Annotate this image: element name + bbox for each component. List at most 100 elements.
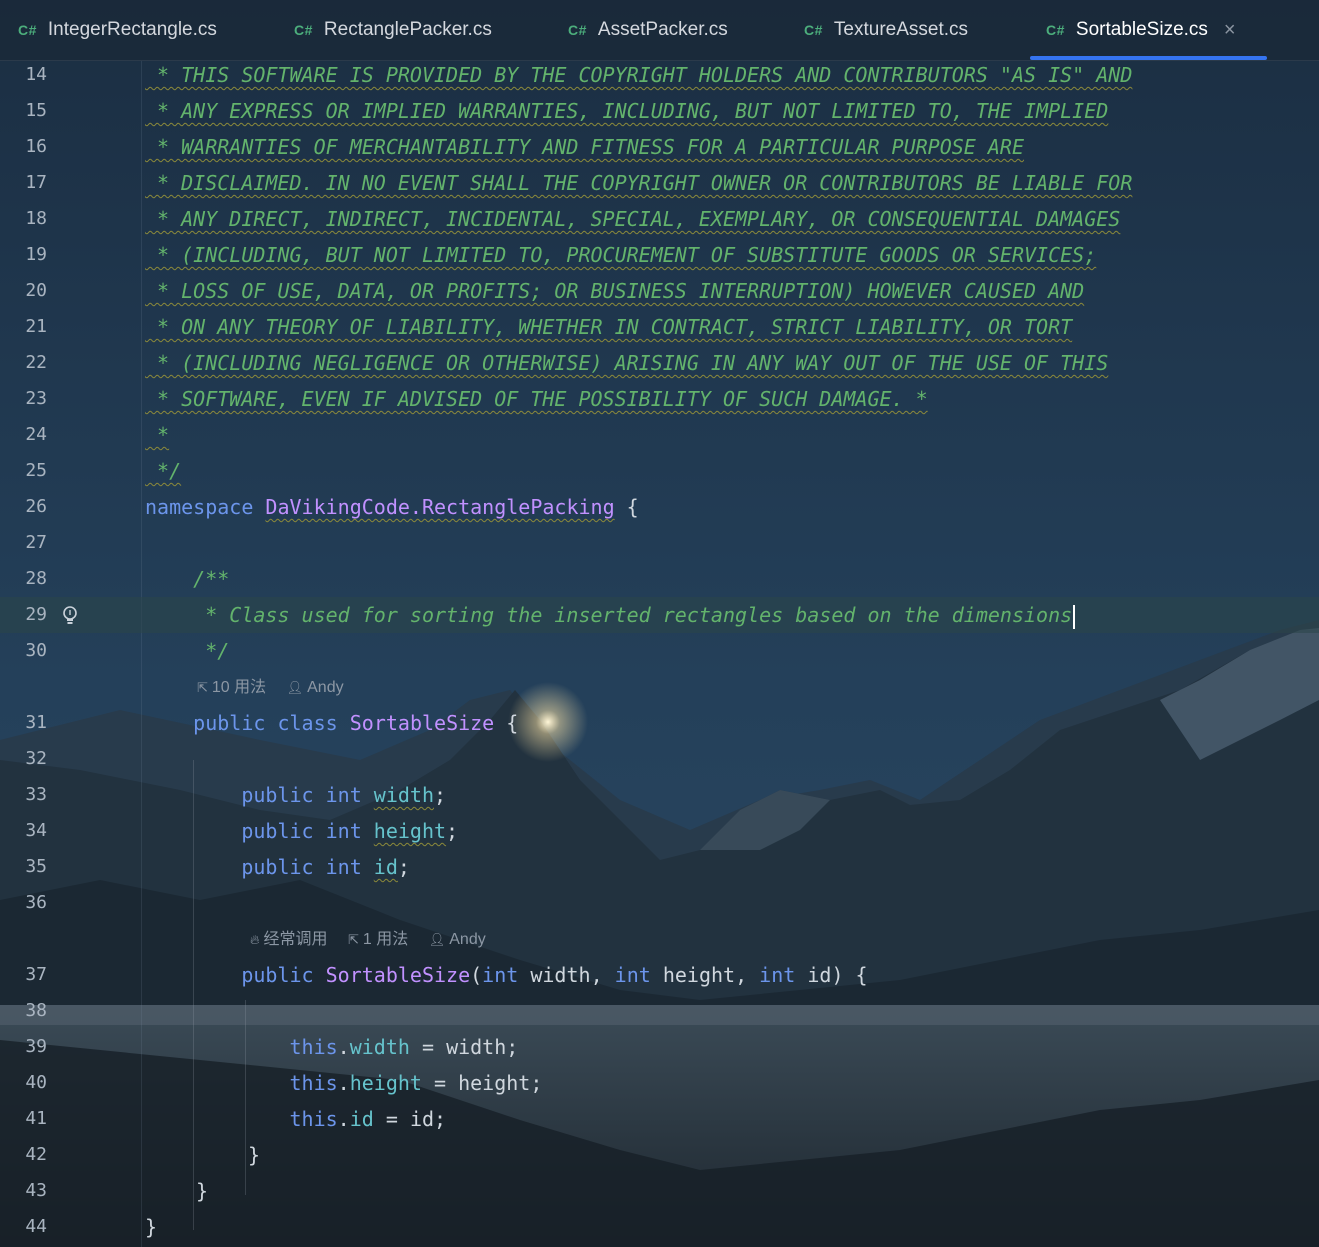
code-line: 19 * (INCLUDING, BUT NOT LIMITED TO, PRO…: [0, 237, 1319, 273]
line-number: 40: [25, 1072, 47, 1093]
csharp-file-icon: C#: [294, 22, 313, 38]
comment-text: /**: [145, 567, 230, 591]
code-line: 18 * ANY DIRECT, INDIRECT, INCIDENTAL, S…: [0, 201, 1319, 237]
line-number: 20: [25, 280, 47, 301]
keyword: class: [277, 711, 338, 735]
line-number: 25: [25, 460, 47, 481]
closing-brace: }: [196, 1179, 209, 1203]
usages-icon: ⇱: [348, 932, 359, 947]
usages-hint[interactable]: ⇱ 10 用法: [197, 679, 266, 696]
line-number: 27: [25, 532, 47, 553]
lightbulb-icon[interactable]: [60, 605, 80, 627]
code-line: 20 * LOSS OF USE, DATA, OR PROFITS; OR B…: [0, 273, 1319, 309]
line-number: 15: [25, 100, 47, 121]
line-number: 16: [25, 136, 47, 157]
line-number: 35: [25, 856, 47, 877]
assignment-statement: this.id = id;: [289, 1107, 447, 1131]
field-declaration: public int id;: [241, 855, 410, 879]
line-number: 42: [25, 1144, 47, 1165]
code-editor[interactable]: 14 * THIS SOFTWARE IS PROVIDED BY THE CO…: [0, 60, 1319, 1247]
code-line: 42 }: [0, 1137, 1319, 1173]
person-icon: 👤︎: [428, 932, 446, 947]
comment-text: *: [145, 423, 170, 447]
field-name[interactable]: height: [374, 819, 446, 843]
comment-text: * WARRANTIES OF MERCHANTABILITY AND FITN…: [145, 135, 1024, 159]
field-declaration: public int height;: [241, 819, 459, 843]
code-line: 24 *: [0, 417, 1319, 453]
tab-sortable-size[interactable]: C# SortableSize.cs ×: [1046, 0, 1236, 60]
author-hint[interactable]: 👤︎ Andy: [287, 679, 344, 696]
field-name[interactable]: width: [374, 783, 434, 807]
code-line: 32: [0, 741, 1319, 777]
author-hint[interactable]: 👤︎ Andy: [429, 931, 486, 948]
usages-icon: ⇱: [197, 680, 208, 695]
constructor-declaration: public SortableSize(int width, int heigh…: [241, 963, 868, 987]
tab-label: RectanglePacker.cs: [323, 19, 492, 40]
tab-label: TextureAsset.cs: [833, 19, 969, 40]
usages-hint[interactable]: ⇱ 1 用法: [348, 931, 408, 948]
code-line: 27: [0, 525, 1319, 561]
line-number: 29: [25, 604, 47, 625]
constructor-name[interactable]: SortableSize: [326, 963, 471, 987]
comment-text: * THIS SOFTWARE IS PROVIDED BY THE COPYR…: [145, 63, 1133, 87]
line-number: 17: [25, 172, 47, 193]
closing-brace: }: [248, 1143, 261, 1167]
namespace-name[interactable]: DaVikingCode.RectanglePacking: [265, 495, 614, 519]
closing-brace: }: [145, 1215, 158, 1239]
code-line: 28 /**: [0, 561, 1319, 597]
tab-label: AssetPacker.cs: [597, 19, 728, 40]
line-number: 36: [25, 892, 47, 913]
comment-line-text: * Class used for sorting the inserted re…: [145, 603, 1073, 627]
comment-text: * (INCLUDING, BUT NOT LIMITED TO, PROCUR…: [145, 243, 1097, 267]
tab-asset-packer[interactable]: C# AssetPacker.cs: [568, 0, 728, 60]
field-name[interactable]: id: [374, 855, 398, 879]
line-number: 44: [25, 1216, 47, 1237]
code-line: 15 * ANY EXPRESS OR IMPLIED WARRANTIES, …: [0, 93, 1319, 129]
tab-rectangle-packer[interactable]: C# RectanglePacker.cs: [294, 0, 492, 60]
comment-text: */: [145, 459, 182, 483]
code-line: 21 * ON ANY THEORY OF LIABILITY, WHETHER…: [0, 309, 1319, 345]
close-icon[interactable]: ×: [1224, 19, 1236, 42]
class-name[interactable]: SortableSize: [350, 711, 495, 735]
assignment-statement: this.width = width;: [289, 1035, 519, 1059]
line-number: 28: [25, 568, 47, 589]
constructor-code-vision: 🔥︎ 经常调用 ⇱ 1 用法 👤︎ Andy: [250, 922, 502, 958]
comment-text: * Class used for sorting the inserted re…: [145, 597, 1076, 633]
brace: {: [506, 711, 519, 735]
comment-text: * ANY EXPRESS OR IMPLIED WARRANTIES, INC…: [145, 99, 1109, 123]
tab-label: IntegerRectangle.cs: [47, 19, 217, 40]
assignment-statement: this.height = height;: [289, 1071, 543, 1095]
current-code-line: 29 * Class used for sorting the inserted…: [0, 597, 1319, 633]
tab-integer-rectangle[interactable]: C# IntegerRectangle.cs: [18, 0, 217, 60]
line-number: 39: [25, 1036, 47, 1057]
code-line: 44 }: [0, 1209, 1319, 1245]
code-line: 34 public int height;: [0, 813, 1319, 849]
line-number: 23: [25, 388, 47, 409]
code-line: 30 */: [0, 633, 1319, 669]
code-line: 41 this.id = id;: [0, 1101, 1319, 1137]
code-line: 31 public class SortableSize {: [0, 705, 1319, 741]
line-number: 22: [25, 352, 47, 373]
line-number: 21: [25, 316, 47, 337]
code-line: 14 * THIS SOFTWARE IS PROVIDED BY THE CO…: [0, 57, 1319, 93]
comment-text: * LOSS OF USE, DATA, OR PROFITS; OR BUSI…: [145, 279, 1085, 303]
line-number: 37: [25, 964, 47, 985]
code-line: 22 * (INCLUDING NEGLIGENCE OR OTHERWISE)…: [0, 345, 1319, 381]
csharp-file-icon: C#: [568, 22, 587, 38]
csharp-file-icon: C#: [1046, 22, 1065, 38]
code-line: 26 namespace DaVikingCode.RectanglePacki…: [0, 489, 1319, 525]
class-declaration: public class SortableSize {: [145, 705, 518, 741]
line-number: 26: [25, 496, 47, 517]
code-line: 37 public SortableSize(int width, int he…: [0, 957, 1319, 993]
tab-texture-asset[interactable]: C# TextureAsset.cs: [804, 0, 968, 60]
comment-text: * DISCLAIMED. IN NO EVENT SHALL THE COPY…: [145, 171, 1133, 195]
comment-text: */: [145, 639, 230, 663]
code-line: 16 * WARRANTIES OF MERCHANTABILITY AND F…: [0, 129, 1319, 165]
line-number: 34: [25, 820, 47, 841]
code-line: 35 public int id;: [0, 849, 1319, 885]
brace: {: [626, 495, 639, 519]
code-line: 40 this.height = height;: [0, 1065, 1319, 1101]
frequent-call-hint[interactable]: 🔥︎ 经常调用: [250, 931, 328, 948]
line-number: 30: [25, 640, 47, 661]
csharp-file-icon: C#: [18, 22, 37, 38]
